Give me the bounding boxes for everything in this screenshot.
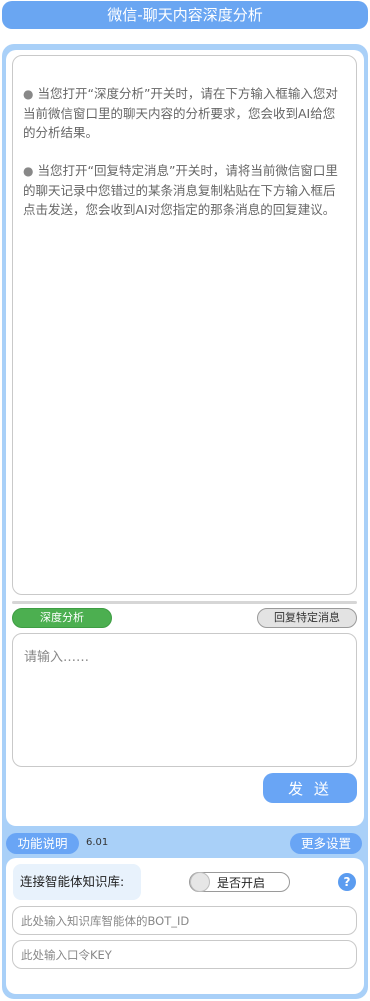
deep-analysis-mode-button[interactable]: 深度分析: [12, 608, 112, 628]
knowledge-base-toggle[interactable]: 是否开启: [189, 872, 290, 892]
key-input[interactable]: [12, 940, 357, 969]
instruction-text: 当您打开“深度分析”开关时，请在下方输入框输入您对当前微信窗口里的聊天内容的分析…: [23, 86, 338, 140]
version-label: 6.01: [86, 837, 109, 848]
bot-id-input[interactable]: [12, 906, 357, 935]
page-title: 微信-聊天内容深度分析: [2, 1, 368, 29]
instruction-text: 当您打开“回复特定消息”开关时，请将当前微信窗口里的聊天记录中您错过的某条消息复…: [23, 163, 338, 217]
resize-divider[interactable]: [12, 601, 357, 604]
toggle-knob: [190, 872, 210, 892]
question-icon[interactable]: ?: [338, 873, 356, 891]
instruction-paragraph: ● 当您打开“深度分析”开关时，请在下方输入框输入您对当前微信窗口里的聊天内容的分…: [23, 84, 346, 142]
bullet-icon: ●: [23, 164, 34, 178]
message-input[interactable]: [12, 633, 357, 767]
help-button[interactable]: 功能说明: [6, 833, 79, 854]
instruction-paragraph: ● 当您打开“回复特定消息”开关时，请将当前微信窗口里的聊天记录中您错过的某条消息…: [23, 161, 346, 219]
toggle-label: 是否开启: [217, 876, 266, 890]
output-display: ● 当您打开“深度分析”开关时，请在下方输入框输入您对当前微信窗口里的聊天内容的分…: [12, 55, 357, 595]
send-button[interactable]: 发 送: [263, 773, 357, 803]
bullet-icon: ●: [23, 87, 34, 101]
more-settings-button[interactable]: 更多设置: [290, 833, 362, 854]
reply-specific-message-mode-button[interactable]: 回复特定消息: [257, 608, 357, 628]
knowledge-base-label: 连接智能体知识库:: [13, 864, 141, 900]
